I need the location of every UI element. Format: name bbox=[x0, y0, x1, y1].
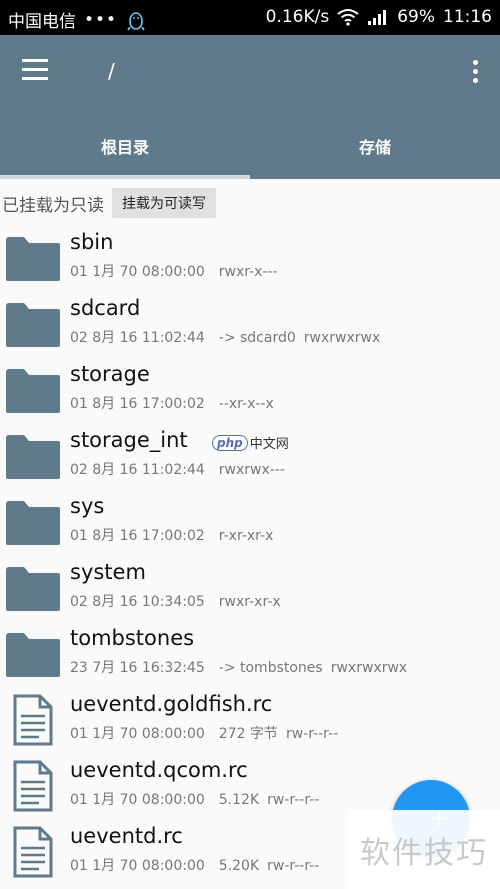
file-list-item[interactable]: system 02 8月 16 10:34:05 rwxr-xr-x bbox=[0, 554, 500, 620]
corner-watermark: 软件技巧 bbox=[348, 810, 500, 889]
file-permissions: --xr-x--x bbox=[218, 396, 274, 412]
file-list-item[interactable]: ueventd.goldfish.rc 01 1月 70 08:00:00 272 … bbox=[0, 686, 500, 752]
document-icon bbox=[13, 694, 53, 746]
tab-root[interactable]: 根目录 bbox=[0, 113, 250, 179]
file-name: storage_int bbox=[70, 428, 188, 452]
tab-storage[interactable]: 存储 bbox=[250, 113, 500, 179]
folder-icon bbox=[6, 501, 60, 545]
file-permissions: rwxr-xr-x bbox=[218, 594, 281, 610]
folder-icon bbox=[6, 303, 60, 347]
file-meta: 01 1月 70 08:00:00 272 字节 rw-r--r-- bbox=[70, 723, 338, 743]
file-meta: 01 8月 16 17:00:02 --xr-x--x bbox=[70, 393, 274, 413]
folder-icon bbox=[6, 237, 60, 281]
watermark-php-logo: php bbox=[212, 434, 248, 451]
mount-status-row: 已挂载为只读 挂载为可读写 bbox=[0, 186, 500, 220]
file-meta: 23 7月 16 16:32:45 -> tombstones rwxrwxrwx bbox=[70, 657, 407, 677]
file-permissions: rw-r--r-- bbox=[285, 726, 339, 742]
folder-icon bbox=[6, 633, 60, 677]
file-name: storage bbox=[70, 362, 150, 386]
file-name: sbin bbox=[70, 230, 114, 254]
mount-status-label: 已挂载为只读 bbox=[2, 195, 104, 216]
file-meta: 01 1月 70 08:00:00 5.20K rw-r--r-- bbox=[70, 855, 319, 875]
folder-icon bbox=[6, 435, 60, 479]
watermark-corner-text: 软件技巧 bbox=[360, 835, 488, 871]
file-meta: 01 1月 70 08:00:00 5.12K rw-r--r-- bbox=[70, 789, 319, 809]
file-list-item[interactable]: storage_int 02 8月 16 11:02:44 rwxrwx--- bbox=[0, 422, 500, 488]
file-date: 23 7月 16 16:32:45 bbox=[70, 660, 205, 676]
current-path: / bbox=[108, 59, 115, 83]
file-link-or-size: 5.20K bbox=[218, 858, 260, 874]
file-date: 02 8月 16 10:34:05 bbox=[70, 594, 205, 610]
file-name: sdcard bbox=[70, 296, 141, 320]
signal-icon bbox=[368, 10, 387, 25]
wifi-icon bbox=[337, 9, 359, 26]
folder-icon bbox=[6, 567, 60, 611]
file-permissions: rw-r--r-- bbox=[267, 858, 320, 874]
file-permissions: rwxrwxrwx bbox=[303, 330, 381, 346]
file-permissions: rwxrwx--- bbox=[218, 462, 285, 478]
file-permissions: rwxrwxrwx bbox=[330, 660, 408, 676]
file-list-item[interactable]: sbin 01 1月 70 08:00:00 rwxr-x--- bbox=[0, 224, 500, 290]
app-bar: / bbox=[0, 35, 500, 113]
file-date: 02 8月 16 11:02:44 bbox=[70, 330, 205, 346]
file-meta: 02 8月 16 10:34:05 rwxr-xr-x bbox=[70, 591, 281, 611]
file-name: system bbox=[70, 560, 146, 584]
file-link-or-size: 272 字节 bbox=[218, 726, 278, 742]
file-permissions: r-xr-xr-x bbox=[218, 528, 274, 544]
file-date: 01 1月 70 08:00:00 bbox=[70, 726, 205, 742]
file-name: ueventd.qcom.rc bbox=[70, 758, 248, 782]
watermark-php-cn-text: 中文网 bbox=[249, 437, 289, 452]
file-date: 01 1月 70 08:00:00 bbox=[70, 264, 205, 280]
file-link-or-size: 5.12K bbox=[218, 792, 260, 808]
clock: 11:16 bbox=[443, 7, 492, 27]
file-name: sys bbox=[70, 494, 105, 518]
more-options-icon[interactable] bbox=[468, 60, 482, 90]
document-icon bbox=[13, 760, 53, 812]
file-date: 01 8月 16 17:00:02 bbox=[70, 528, 205, 544]
file-list-item[interactable]: sys 01 8月 16 17:00:02 r-xr-xr-x bbox=[0, 488, 500, 554]
file-meta: 01 1月 70 08:00:00 rwxr-x--- bbox=[70, 261, 278, 281]
mount-rw-button[interactable]: 挂载为可读写 bbox=[112, 188, 216, 218]
file-name: tombstones bbox=[70, 626, 195, 650]
notification-dots: ••• bbox=[84, 9, 118, 30]
php-cn-watermark: php 中文网 bbox=[212, 433, 289, 452]
file-list-item[interactable]: sdcard 02 8月 16 11:02:44 -> sdcard0 rwxrwxr… bbox=[0, 290, 500, 356]
network-speed: 0.16K/s bbox=[265, 7, 330, 27]
file-date: 02 8月 16 11:02:44 bbox=[70, 462, 205, 478]
file-link-or-size: -> sdcard0 bbox=[218, 330, 296, 346]
qq-penguin-icon bbox=[127, 11, 145, 30]
battery-level: 69% bbox=[397, 7, 435, 27]
file-date: 01 8月 16 17:00:02 bbox=[70, 396, 205, 412]
file-name: ueventd.rc bbox=[70, 824, 183, 848]
file-permissions: rw-r--r-- bbox=[267, 792, 320, 808]
file-list-item[interactable]: storage 01 8月 16 17:00:02 --xr-x--x bbox=[0, 356, 500, 422]
status-bar: 中国电信 ••• 0.16K/s 69% 11:16 bbox=[0, 0, 500, 35]
file-meta: 02 8月 16 11:02:44 -> sdcard0 rwxrwxrwx bbox=[70, 327, 380, 347]
tab-bar: 根目录 存储 bbox=[0, 113, 500, 179]
file-meta: 01 8月 16 17:00:02 r-xr-xr-x bbox=[70, 525, 273, 545]
menu-icon[interactable] bbox=[22, 59, 56, 89]
file-date: 01 1月 70 08:00:00 bbox=[70, 858, 205, 874]
file-name: ueventd.goldfish.rc bbox=[70, 692, 273, 716]
file-list-item[interactable]: tombstones 23 7月 16 16:32:45 -> tombstones… bbox=[0, 620, 500, 686]
file-link-or-size: -> tombstones bbox=[218, 660, 323, 676]
document-icon bbox=[13, 826, 53, 878]
file-date: 01 1月 70 08:00:00 bbox=[70, 792, 205, 808]
file-permissions: rwxr-x--- bbox=[218, 264, 278, 280]
carrier-label: 中国电信 bbox=[8, 12, 76, 32]
file-meta: 02 8月 16 11:02:44 rwxrwx--- bbox=[70, 459, 285, 479]
folder-icon bbox=[6, 369, 60, 413]
